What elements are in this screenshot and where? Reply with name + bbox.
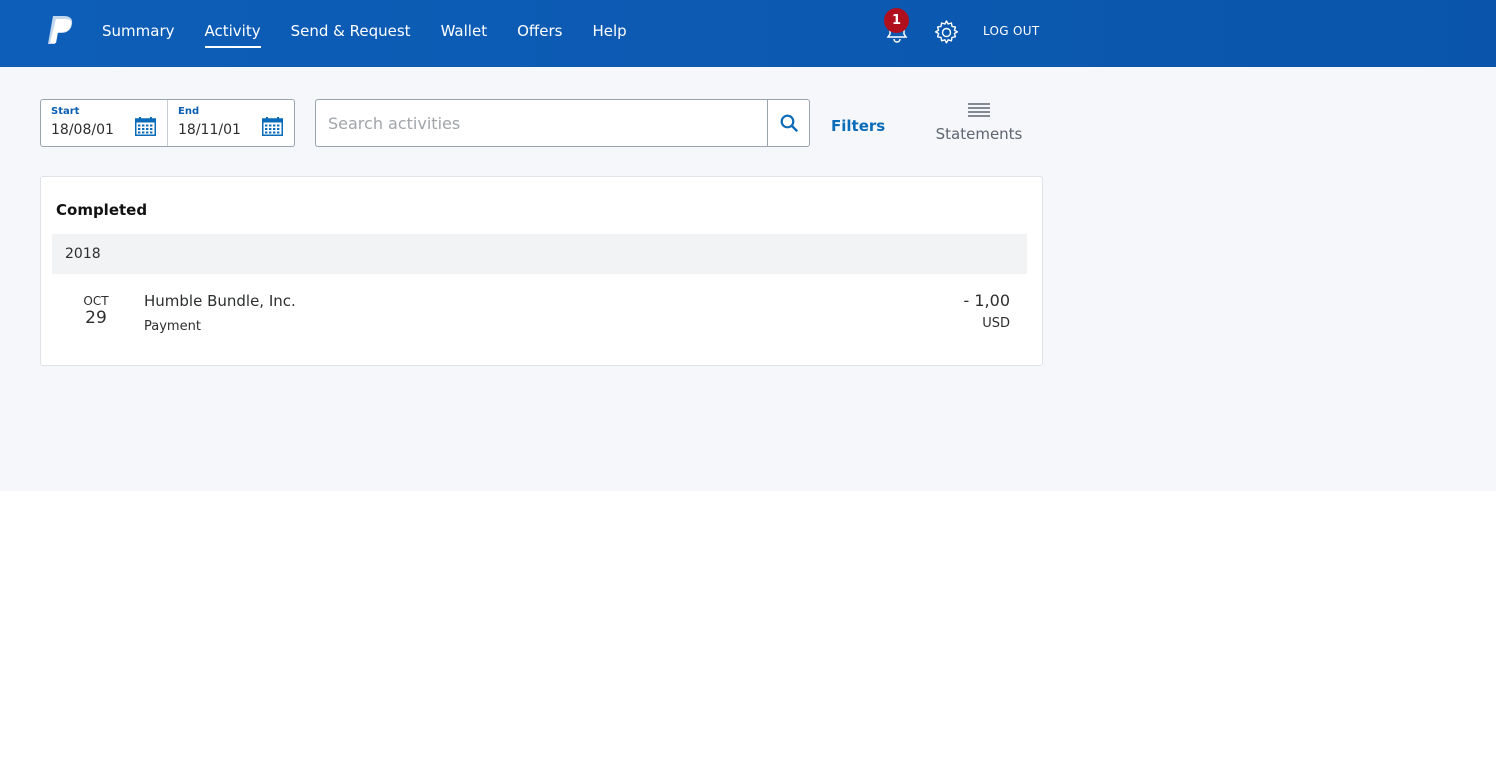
- transaction-row[interactable]: OCT 29 Humble Bundle, Inc. Payment - 1,0…: [52, 282, 1027, 342]
- end-date-field[interactable]: End 18/11/01: [167, 100, 294, 146]
- transaction-currency: USD: [982, 316, 1010, 331]
- paypal-logo[interactable]: [47, 14, 75, 46]
- end-date-value[interactable]: 18/11/01: [178, 122, 241, 138]
- nav-activity[interactable]: Activity: [204, 0, 261, 67]
- activity-card: Completed 2018 OCT 29 Humble Bundle, Inc…: [40, 176, 1043, 366]
- filters-link[interactable]: Filters: [831, 117, 885, 135]
- start-date-field[interactable]: Start 18/08/01: [41, 100, 167, 146]
- transaction-type: Payment: [144, 319, 201, 334]
- start-date-label: Start: [51, 106, 80, 117]
- main-content: Start 18/08/01 End 18/11/01 Search activ…: [0, 67, 1496, 491]
- gear-icon[interactable]: [933, 19, 960, 46]
- year-header: 2018: [52, 234, 1027, 274]
- transaction-day: 29: [85, 308, 107, 328]
- search-input[interactable]: [316, 100, 768, 146]
- search-icon: [780, 114, 798, 132]
- nav-send-request[interactable]: Send & Request: [291, 0, 411, 67]
- calendar-icon[interactable]: [262, 117, 283, 136]
- statements-label: Statements: [935, 125, 1023, 143]
- nav-summary[interactable]: Summary: [102, 0, 175, 67]
- transaction-name: Humble Bundle, Inc.: [144, 292, 296, 310]
- nav-help[interactable]: Help: [592, 0, 626, 67]
- transaction-month: OCT: [83, 294, 109, 308]
- statements-button[interactable]: Statements: [930, 103, 1028, 143]
- section-title: Completed: [56, 201, 148, 219]
- transaction-amount: - 1,00: [963, 291, 1010, 310]
- main-nav: Summary Activity Send & Request Wallet O…: [102, 0, 657, 67]
- nav-wallet[interactable]: Wallet: [441, 0, 488, 67]
- search-box: [315, 99, 768, 147]
- notification-badge[interactable]: 1: [884, 8, 909, 33]
- logout-link[interactable]: LOG OUT: [983, 24, 1039, 38]
- calendar-icon[interactable]: [135, 117, 156, 136]
- end-date-label: End: [178, 106, 200, 117]
- date-range-picker: Start 18/08/01 End 18/11/01: [40, 99, 295, 147]
- statements-icon: [968, 103, 990, 117]
- year-label: 2018: [65, 246, 101, 262]
- start-date-value[interactable]: 18/08/01: [51, 122, 114, 138]
- search-button[interactable]: [767, 99, 810, 147]
- top-header: Summary Activity Send & Request Wallet O…: [0, 0, 1496, 67]
- nav-offers[interactable]: Offers: [517, 0, 562, 67]
